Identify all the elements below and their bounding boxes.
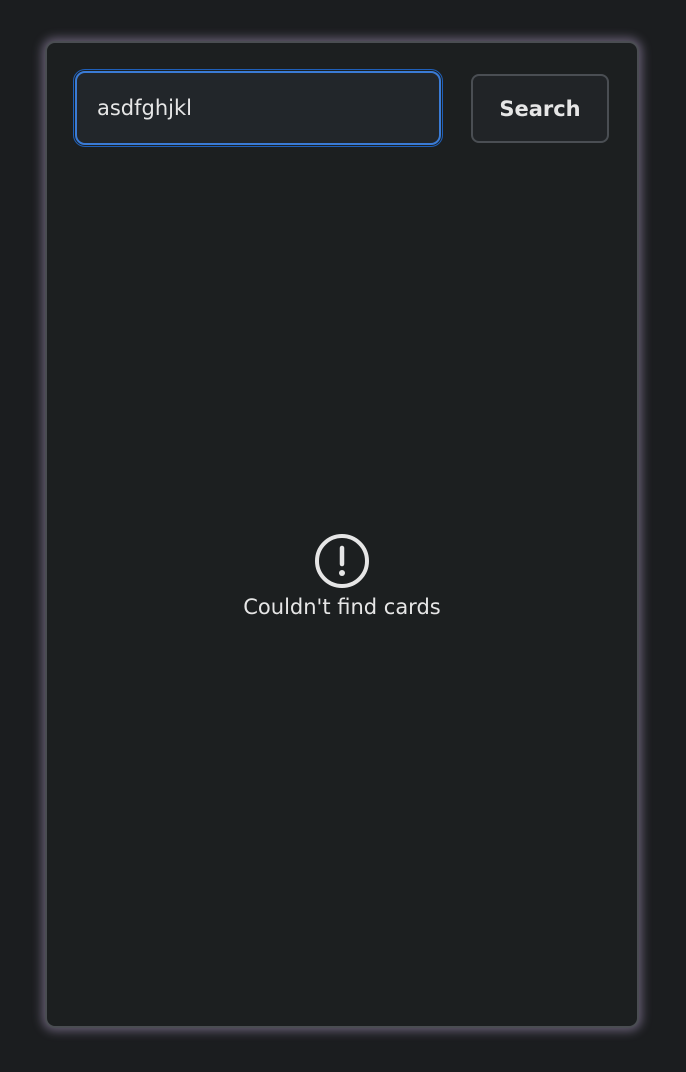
cards-panel: Search Couldn't find cards — [45, 41, 639, 1028]
empty-state: Couldn't find cards — [47, 533, 637, 619]
search-input[interactable] — [73, 69, 443, 147]
search-button[interactable]: Search — [471, 74, 609, 143]
empty-state-message: Couldn't find cards — [243, 595, 441, 619]
alert-circle-icon — [314, 533, 370, 589]
